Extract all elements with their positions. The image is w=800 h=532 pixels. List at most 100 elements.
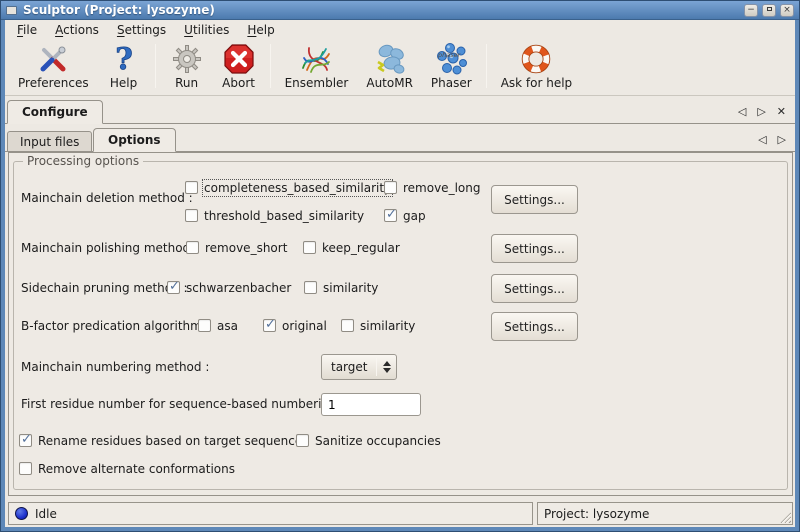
checkbox-original[interactable]: original bbox=[263, 318, 327, 333]
toolbar-separator bbox=[486, 44, 487, 88]
toolbar-preferences-button[interactable]: Preferences bbox=[9, 42, 98, 90]
phaser-icon: phaser bbox=[434, 42, 468, 76]
toolbar-label: Ask for help bbox=[501, 76, 572, 90]
toolbar-phaser-button[interactable]: phaser Phaser bbox=[422, 42, 481, 90]
close-icon[interactable]: × bbox=[780, 4, 794, 17]
label-bfactor-predication-algorithm: B-factor predication algorithm : bbox=[21, 319, 210, 333]
tab-scroll-left-icon[interactable]: ◁ bbox=[738, 105, 746, 118]
toolbar-ask-for-help-button[interactable]: Ask for help bbox=[492, 42, 581, 90]
checkbox-box[interactable] bbox=[185, 209, 198, 222]
application-window: Sculptor (Project: lysozyme) − × File Ac… bbox=[0, 0, 800, 532]
checkbox-keep-regular[interactable]: keep_regular bbox=[303, 240, 400, 255]
toolbar-separator bbox=[155, 44, 156, 88]
maximize-icon[interactable] bbox=[762, 4, 776, 17]
checkbox-completeness-based-similarity[interactable]: completeness_based_similarity bbox=[185, 180, 391, 195]
label-mainchain-polishing-method: Mainchain polishing method : bbox=[21, 241, 198, 255]
settings-button-pruning[interactable]: Settings... bbox=[491, 274, 578, 303]
checkbox-remove-alternate-conformations[interactable]: Remove alternate conformations bbox=[19, 461, 235, 476]
toolbar-label: Ensembler bbox=[285, 76, 349, 90]
checkbox-box[interactable] bbox=[185, 181, 198, 194]
settings-button-deletion[interactable]: Settings... bbox=[491, 185, 578, 214]
label-sidechain-pruning-method: Sidechain pruning method : bbox=[21, 281, 188, 295]
tab-scroll-right-icon[interactable]: ▷ bbox=[757, 105, 765, 118]
resize-grip[interactable] bbox=[778, 510, 791, 523]
settings-button-bfactor[interactable]: Settings... bbox=[491, 312, 578, 341]
sub-tabbar: Input files Options ◁ ▷ bbox=[5, 124, 795, 152]
toolbar-ensembler-button[interactable]: Ensembler bbox=[276, 42, 358, 90]
checkbox-box[interactable] bbox=[296, 434, 309, 447]
toolbar-label: AutoMR bbox=[366, 76, 413, 90]
checkbox-box[interactable] bbox=[167, 281, 180, 294]
checkbox-box[interactable] bbox=[19, 434, 32, 447]
phaser-icon-text: phaser bbox=[437, 51, 462, 59]
checkbox-rename-residues[interactable]: Rename residues based on target sequence bbox=[19, 433, 302, 448]
toolbar: Preferences ? Help bbox=[5, 39, 795, 96]
checkbox-box[interactable] bbox=[19, 462, 32, 475]
tab-close-icon[interactable]: ✕ bbox=[777, 105, 786, 118]
content-area: Processing options Mainchain deletion me… bbox=[5, 152, 795, 498]
titlebar[interactable]: Sculptor (Project: lysozyme) − × bbox=[1, 1, 799, 20]
menu-actions[interactable]: Actions bbox=[47, 22, 107, 38]
window-frame: File Actions Settings Utilities Help bbox=[1, 20, 799, 531]
tab-input-files[interactable]: Input files bbox=[7, 131, 92, 152]
checkbox-bfactor-similarity[interactable]: similarity bbox=[341, 318, 415, 333]
arrow-up-icon bbox=[383, 361, 391, 366]
checkbox-gap[interactable]: gap bbox=[384, 208, 426, 223]
group-title: Processing options bbox=[23, 154, 143, 168]
toolbar-abort-button[interactable]: Abort bbox=[213, 42, 265, 90]
menubar: File Actions Settings Utilities Help bbox=[5, 20, 795, 39]
menu-help[interactable]: Help bbox=[239, 22, 282, 38]
label-first-residue-number: First residue number for sequence-based … bbox=[21, 397, 345, 411]
checkbox-box[interactable] bbox=[198, 319, 211, 332]
checkbox-schwarzenbacher[interactable]: schwarzenbacher bbox=[167, 280, 291, 295]
subtab-scroll-right-icon[interactable]: ▷ bbox=[778, 133, 786, 146]
statusbar: Idle Project: lysozyme bbox=[5, 498, 795, 527]
toolbar-label: Help bbox=[110, 76, 137, 90]
menu-settings[interactable]: Settings bbox=[109, 22, 174, 38]
toolbar-label: Run bbox=[175, 76, 198, 90]
label-mainchain-numbering-method: Mainchain numbering method : bbox=[21, 360, 209, 374]
menu-file[interactable]: File bbox=[9, 22, 45, 38]
project-text: Project: lysozyme bbox=[544, 507, 649, 521]
window-title: Sculptor (Project: lysozyme) bbox=[23, 3, 215, 17]
automr-icon bbox=[373, 42, 407, 76]
checkbox-box[interactable] bbox=[303, 241, 316, 254]
checkbox-box[interactable] bbox=[384, 181, 397, 194]
toolbar-help-button[interactable]: ? Help bbox=[98, 42, 150, 90]
arrow-down-icon bbox=[383, 368, 391, 373]
numbering-method-dropdown[interactable]: target bbox=[321, 354, 397, 380]
checkbox-box[interactable] bbox=[341, 319, 354, 332]
checkbox-threshold-based-similarity[interactable]: threshold_based_similarity bbox=[185, 208, 364, 223]
settings-button-polishing[interactable]: Settings... bbox=[491, 234, 578, 263]
tab-options[interactable]: Options bbox=[93, 128, 176, 152]
toolbar-label: Phaser bbox=[431, 76, 472, 90]
checkbox-box[interactable] bbox=[304, 281, 317, 294]
project-panel: Project: lysozyme bbox=[537, 502, 793, 525]
first-residue-number-input[interactable] bbox=[321, 393, 421, 416]
checkbox-box[interactable] bbox=[263, 319, 276, 332]
checkbox-pruning-similarity[interactable]: similarity bbox=[304, 280, 378, 295]
minimize-icon[interactable]: − bbox=[744, 4, 758, 17]
menu-utilities[interactable]: Utilities bbox=[176, 22, 237, 38]
checkbox-sanitize-occupancies[interactable]: Sanitize occupancies bbox=[296, 433, 441, 448]
toolbar-run-button[interactable]: Run bbox=[161, 42, 213, 90]
window-icon bbox=[6, 6, 17, 15]
checkbox-box[interactable] bbox=[186, 241, 199, 254]
checkbox-remove-long[interactable]: remove_long bbox=[384, 180, 480, 195]
svg-text:?: ? bbox=[115, 42, 133, 76]
dropdown-value: target bbox=[322, 360, 376, 374]
checkbox-box[interactable] bbox=[384, 209, 397, 222]
tab-configure[interactable]: Configure bbox=[7, 100, 103, 124]
tools-icon bbox=[36, 42, 70, 76]
status-idle-icon bbox=[15, 507, 28, 520]
gear-icon bbox=[170, 42, 204, 76]
status-panel: Idle bbox=[8, 502, 533, 525]
toolbar-label: Abort bbox=[222, 76, 255, 90]
spinner-arrows-icon[interactable] bbox=[377, 361, 396, 373]
checkbox-remove-short[interactable]: remove_short bbox=[186, 240, 287, 255]
lifebuoy-icon bbox=[519, 42, 553, 76]
label-mainchain-deletion-method: Mainchain deletion method : bbox=[21, 191, 193, 205]
checkbox-asa[interactable]: asa bbox=[198, 318, 238, 333]
toolbar-automr-button[interactable]: AutoMR bbox=[357, 42, 422, 90]
subtab-scroll-left-icon[interactable]: ◁ bbox=[758, 133, 766, 146]
